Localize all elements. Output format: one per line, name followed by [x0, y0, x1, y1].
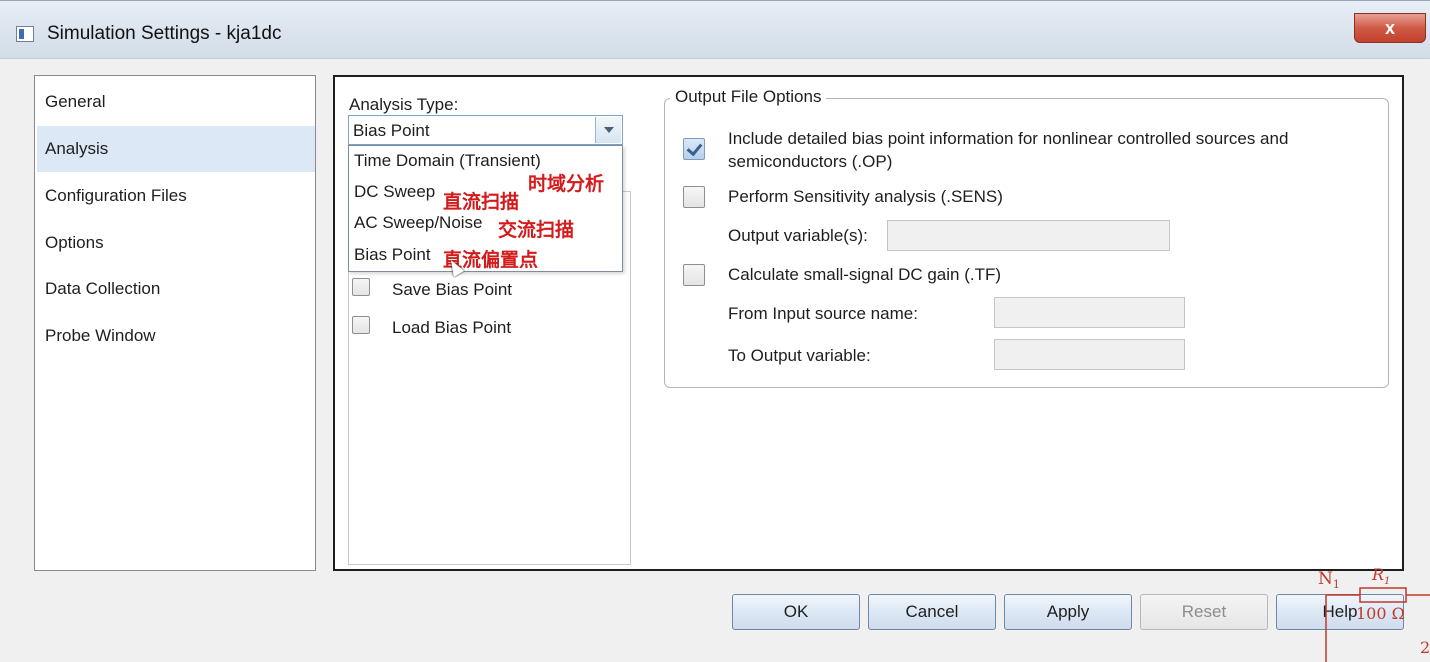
output-variables-input[interactable]	[887, 220, 1170, 251]
option-time-domain[interactable]: Time Domain (Transient)	[354, 146, 541, 176]
analysis-type-value: Bias Point	[353, 121, 430, 140]
annotation-ac-sweep: 交流扫描	[498, 219, 575, 241]
resistor-label: R1	[1371, 565, 1390, 587]
reset-button[interactable]: Reset	[1140, 594, 1268, 630]
nav-item-analysis[interactable]: Analysis	[37, 126, 315, 172]
pin-label: 2	[1420, 638, 1430, 657]
op-label-line1: Include detailed bias point information …	[728, 129, 1289, 148]
circuit-overlay: N1 R1 100 Ω 2	[1318, 565, 1430, 662]
app-icon	[16, 26, 34, 42]
tf-label: Calculate small-signal DC gain (.TF)	[728, 265, 1002, 284]
ok-button[interactable]: OK	[732, 594, 860, 630]
to-output-variable-input[interactable]	[994, 339, 1185, 370]
save-bias-point-checkbox[interactable]	[352, 278, 370, 296]
nav-item-probe-window[interactable]: Probe Window	[37, 313, 315, 359]
resistor-symbol	[1359, 587, 1407, 603]
output-variables-label: Output variable(s):	[728, 226, 868, 245]
close-button[interactable]: x	[1354, 13, 1426, 43]
nav-item-options[interactable]: Options	[37, 220, 315, 266]
apply-button[interactable]: Apply	[1004, 594, 1132, 630]
from-input-source-label: From Input source name:	[728, 304, 918, 323]
from-input-source-input[interactable]	[994, 297, 1185, 328]
op-label-line2: semiconductors (.OP)	[728, 152, 893, 171]
nav-item-general[interactable]: General	[37, 79, 315, 125]
annotation-time-domain: 时域分析	[528, 173, 605, 195]
analysis-type-label: Analysis Type:	[349, 95, 459, 114]
resistor-value: 100 Ω	[1356, 604, 1405, 623]
output-file-options-title: Output File Options	[670, 87, 827, 107]
node-label: N1	[1318, 569, 1340, 591]
tf-checkbox[interactable]	[683, 264, 705, 286]
cancel-button[interactable]: Cancel	[868, 594, 996, 630]
op-checkbox[interactable]	[683, 138, 705, 160]
nav-item-data-collection[interactable]: Data Collection	[37, 266, 315, 312]
save-bias-point-label: Save Bias Point	[392, 280, 513, 299]
nav-item-configuration-files[interactable]: Configuration Files	[37, 173, 315, 219]
annotation-dc-sweep: 直流扫描	[443, 191, 520, 213]
load-bias-point-label: Load Bias Point	[392, 318, 512, 337]
title-bar[interactable]: Simulation Settings - kja1dc x	[0, 1, 1430, 59]
sens-checkbox[interactable]	[683, 186, 705, 208]
settings-nav: General Analysis Configuration Files Opt…	[34, 75, 316, 571]
option-dc-sweep[interactable]: DC Sweep	[354, 177, 435, 207]
option-bias-point[interactable]: Bias Point	[354, 240, 431, 270]
window-title: Simulation Settings - kja1dc	[47, 23, 282, 44]
chevron-down-icon[interactable]	[595, 117, 621, 143]
to-output-variable-label: To Output variable:	[728, 346, 871, 365]
simulation-settings-window: Simulation Settings - kja1dc x General A…	[0, 0, 1430, 662]
load-bias-point-checkbox[interactable]	[352, 316, 370, 334]
sens-label: Perform Sensitivity analysis (.SENS)	[728, 187, 1003, 206]
analysis-type-select[interactable]: Bias Point	[348, 115, 623, 145]
